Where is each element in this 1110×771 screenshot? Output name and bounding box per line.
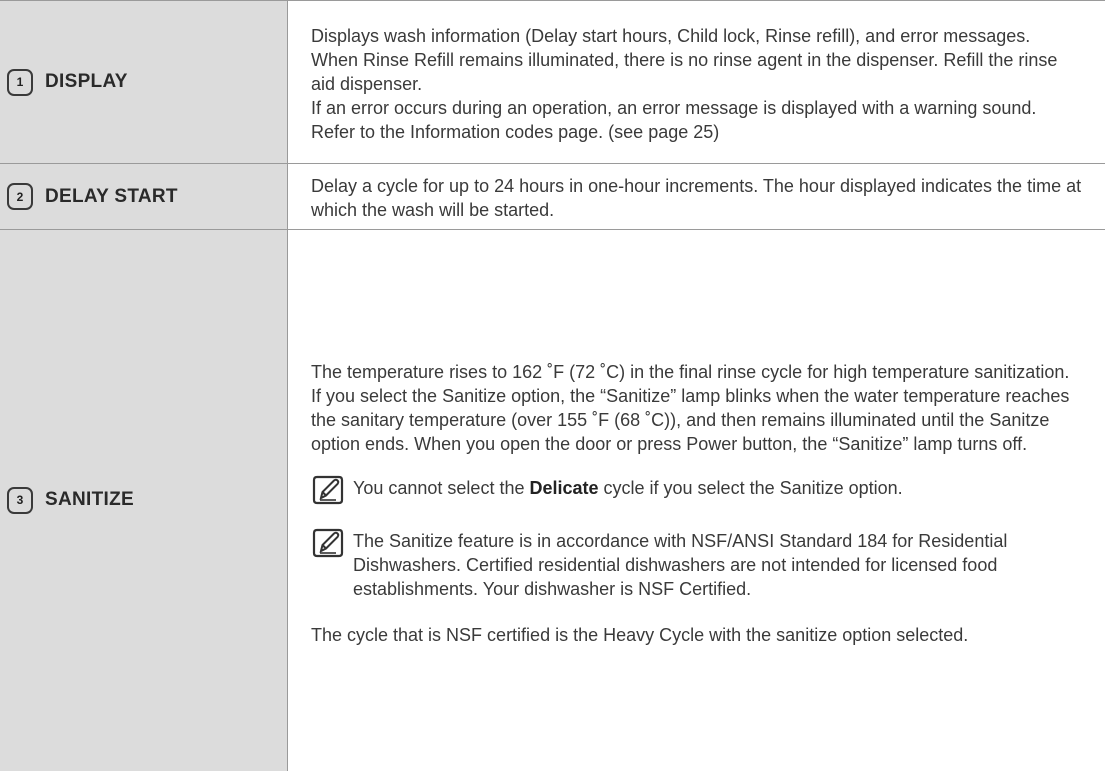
row-label-display: DISPLAY — [45, 71, 128, 92]
note-pencil-icon — [312, 476, 344, 505]
label-cell-sanitize: 3 SANITIZE — [0, 229, 288, 771]
paragraph: Delay a cycle for up to 24 hours in one-… — [311, 176, 1082, 220]
paragraph: If you select the Sanitize option, the “… — [311, 386, 1070, 455]
paragraph: The temperature rises to 162 ˚F (72 ˚C) … — [311, 362, 1070, 383]
description-cell-delay-start: Delay a cycle for up to 24 hours in one-… — [287, 163, 1105, 230]
row-label-delay-start: DELAY START — [45, 185, 178, 207]
note-nsf: The Sanitize feature is in accordance wi… — [311, 529, 1085, 601]
note-text: The Sanitize feature is in accordance wi… — [353, 531, 1008, 600]
number-badge: 2 — [7, 183, 33, 210]
label-cell-delay-start: 2 DELAY START — [0, 163, 288, 230]
description-cell-display: Displays wash information (Delay start h… — [287, 0, 1105, 164]
paragraph: When Rinse Refill remains illuminated, t… — [311, 49, 1058, 94]
row-label-sanitize: SANITIZE — [45, 489, 134, 511]
number-badge: 3 — [7, 486, 33, 514]
paragraph: If an error occurs during an operation, … — [311, 97, 1037, 142]
label-cell-display: 1 DISPLAY — [0, 0, 288, 164]
table-row-display: 1 DISPLAY Displays wash information (Del… — [0, 0, 1105, 164]
table-row-sanitize: 3 SANITIZE The temperature rises to 162 … — [0, 229, 1105, 771]
note-pencil-icon — [312, 529, 344, 558]
note-delicate: You cannot select the Delicate cycle if … — [311, 476, 1085, 507]
note-text: You cannot select the Delicate cycle if … — [353, 478, 903, 499]
bold-cycle-name: Delicate — [529, 478, 599, 499]
number-badge: 1 — [7, 68, 33, 96]
feature-table: 1 DISPLAY Displays wash information (Del… — [0, 0, 1105, 771]
table-row-delay-start: 2 DELAY START Delay a cycle for up to 24… — [0, 163, 1105, 230]
paragraph-closing: The cycle that is NSF certified is the H… — [311, 625, 969, 646]
description-cell-sanitize: The temperature rises to 162 ˚F (72 ˚C) … — [287, 229, 1105, 771]
paragraph: Displays wash information (Delay start h… — [311, 25, 1031, 46]
manual-page: 1 DISPLAY Displays wash information (Del… — [0, 0, 1105, 771]
